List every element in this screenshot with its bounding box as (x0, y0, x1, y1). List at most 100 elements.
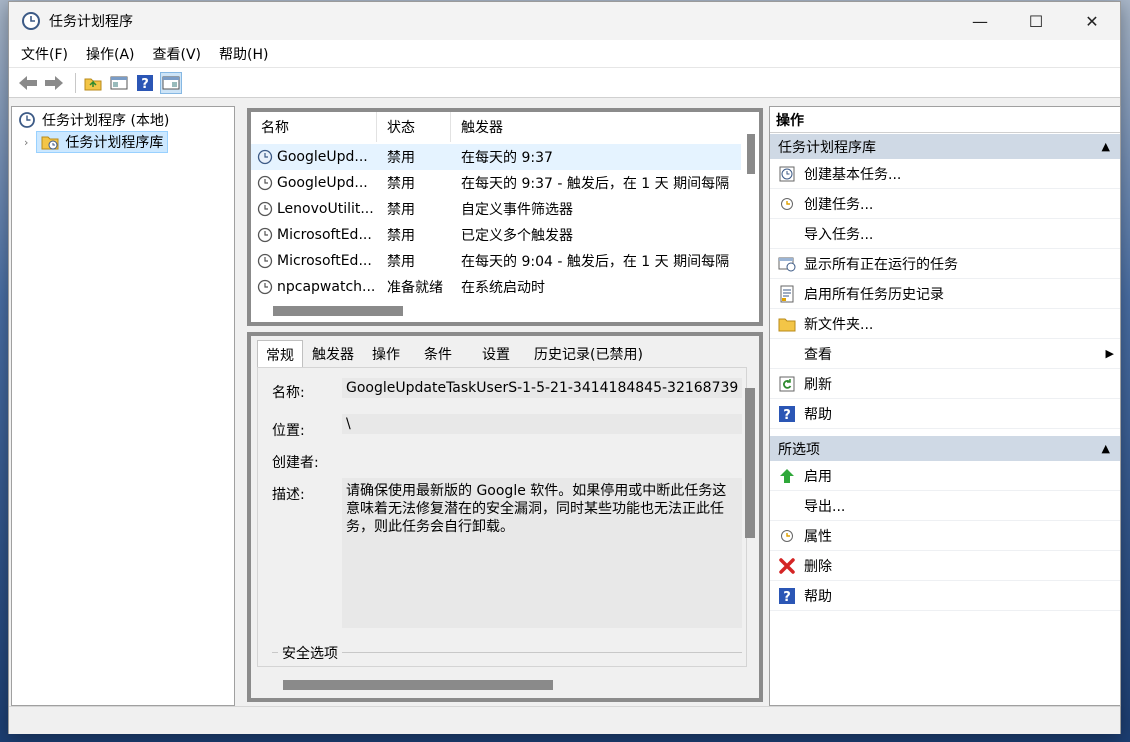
section-title: 任务计划程序库 (778, 139, 876, 156)
chevron-right-icon[interactable]: › (24, 136, 28, 149)
action-create-basic-task[interactable]: 创建基本任务... (770, 159, 1120, 189)
details-tabs: 常规 触发器 操作 条件 设置 历史记录(已禁用) (257, 340, 652, 368)
clock-icon (22, 12, 40, 30)
task-list-pane: 名称 状态 触发器 GoogleUpd... 禁用 在每天的 9:37 Goog… (247, 108, 763, 326)
back-button[interactable] (17, 72, 39, 94)
details-vertical-scrollbar[interactable] (745, 388, 755, 538)
column-header-name[interactable]: 名称 (251, 112, 377, 142)
collapse-up-icon[interactable]: ▲ (1102, 140, 1110, 153)
running-icon (778, 257, 796, 271)
task-status: 禁用 (387, 202, 415, 218)
table-row[interactable]: GoogleUpd... 禁用 在每天的 9:37 (251, 144, 741, 170)
collapse-up-icon[interactable]: ▲ (1102, 442, 1110, 455)
tree-root[interactable]: 任务计划程序 (本地) (12, 109, 234, 131)
task-trigger: 在每天的 9:37 (461, 150, 553, 166)
forward-button[interactable] (43, 72, 65, 94)
name-field[interactable]: GoogleUpdateTaskUserS-1-5-21-3414184845-… (342, 378, 742, 398)
help-icon: ? (779, 405, 795, 423)
action-label: 查看 (804, 346, 832, 363)
tree-child-selected[interactable]: 任务计划程序库 (36, 131, 169, 153)
action-properties[interactable]: 属性 (770, 521, 1120, 551)
action-label: 创建基本任务... (804, 166, 902, 183)
tab-settings[interactable]: 设置 (467, 340, 525, 368)
action-enable-history[interactable]: 启用所有任务历史记录 (770, 279, 1120, 309)
action-label: 属性 (804, 528, 832, 545)
folder-clock-icon (41, 136, 59, 150)
action-delete[interactable]: 删除 (770, 551, 1120, 581)
help-icon: ? (137, 74, 153, 92)
action-new-folder[interactable]: 新文件夹... (770, 309, 1120, 339)
actions-section-library[interactable]: 任务计划程序库 ▲ (770, 133, 1120, 159)
author-label: 创建者: (272, 455, 319, 471)
tree-child[interactable]: › 任务计划程序库 (12, 131, 234, 153)
table-row[interactable]: npcapwatch... 准备就绪 在系统启动时 (251, 274, 741, 300)
task-name-cell: GoogleUpd... (251, 175, 377, 191)
action-show-running-tasks[interactable]: 显示所有正在运行的任务 (770, 249, 1120, 279)
menu-help[interactable]: 帮助(H) (219, 44, 268, 64)
action-view[interactable]: 查看 ▶ (770, 339, 1120, 369)
up-folder-button[interactable] (82, 72, 104, 94)
show-hide-tree-button[interactable] (108, 72, 130, 94)
task-clock-icon (257, 201, 273, 217)
task-clock-icon (257, 253, 273, 269)
tab-triggers[interactable]: 触发器 (303, 340, 363, 368)
task-name-cell: MicrosoftEd... (251, 227, 377, 243)
location-field[interactable]: \ (342, 414, 742, 434)
table-row[interactable]: LenovoUtilit... 禁用 自定义事件筛选器 (251, 196, 741, 222)
task-trigger: 在每天的 9:37 - 触发后，在 1 天 期间每隔 (461, 176, 730, 192)
task-name-cell: npcapwatch... (251, 279, 377, 295)
tab-history[interactable]: 历史记录(已禁用) (525, 340, 652, 368)
task-name: MicrosoftEd... (277, 253, 372, 269)
action-enable[interactable]: 启用 (770, 461, 1120, 491)
task-name: GoogleUpd... (277, 175, 368, 191)
task-icon (781, 197, 793, 210)
security-options-group: 安全选项 (272, 643, 742, 663)
action-label: 创建任务... (804, 196, 874, 213)
action-export[interactable]: 导出... (770, 491, 1120, 521)
tab-actions[interactable]: 操作 (363, 340, 409, 368)
actions-section-selected[interactable]: 所选项 ▲ (770, 435, 1120, 461)
security-options-label: 安全选项 (278, 643, 342, 663)
task-list-vertical-scrollbar[interactable] (747, 134, 755, 174)
menu-file[interactable]: 文件(F) (21, 44, 68, 64)
menu-action[interactable]: 操作(A) (86, 44, 135, 64)
actions-header: 操作 (770, 107, 1120, 133)
action-help[interactable]: ? 帮助 (770, 399, 1120, 429)
task-list-horizontal-scrollbar[interactable] (273, 306, 403, 316)
action-create-task[interactable]: 创建任务... (770, 189, 1120, 219)
column-header-trigger[interactable]: 触发器 (451, 112, 741, 142)
tab-general[interactable]: 常规 (257, 340, 303, 368)
actions-pane: 操作 任务计划程序库 ▲ 创建基本任务... 创建任务... 导入任务... 显… (769, 106, 1121, 706)
enable-icon (780, 468, 794, 483)
minimize-button[interactable]: — (952, 2, 1008, 40)
task-name: LenovoUtilit... (277, 201, 374, 217)
action-pane-toggle-button[interactable] (160, 71, 182, 94)
details-horizontal-scrollbar[interactable] (283, 680, 553, 690)
action-label: 帮助 (804, 406, 832, 423)
task-trigger: 在系统启动时 (461, 280, 545, 296)
column-header-status[interactable]: 状态 (377, 112, 451, 142)
chevron-right-icon: ▶ (1105, 347, 1114, 360)
table-row[interactable]: MicrosoftEd... 禁用 在每天的 9:04 - 触发后，在 1 天 … (251, 248, 741, 274)
maximize-button[interactable]: ☐ (1008, 2, 1064, 40)
table-row[interactable]: GoogleUpd... 禁用 在每天的 9:37 - 触发后，在 1 天 期间… (251, 170, 741, 196)
tree-child-label: 任务计划程序库 (65, 135, 164, 151)
action-refresh[interactable]: 刷新 (770, 369, 1120, 399)
action-help-selected[interactable]: ? 帮助 (770, 581, 1120, 611)
action-label: 启用 (804, 468, 832, 485)
task-trigger: 在每天的 9:04 - 触发后，在 1 天 期间每隔 (461, 254, 730, 270)
menu-view[interactable]: 查看(V) (153, 44, 202, 64)
table-row[interactable]: MicrosoftEd... 禁用 已定义多个触发器 (251, 222, 741, 248)
tab-conditions[interactable]: 条件 (409, 340, 467, 368)
toolbar: ? (9, 68, 1120, 98)
delete-icon (779, 557, 795, 574)
close-button[interactable]: ✕ (1064, 2, 1120, 40)
task-clock-icon (257, 149, 273, 165)
description-field[interactable]: 请确保使用最新版的 Google 软件。如果停用或中断此任务这意味着无法修复潜在… (342, 478, 742, 628)
status-bar (9, 706, 1120, 734)
task-name: npcapwatch... (277, 279, 376, 295)
action-import-task[interactable]: 导入任务... (770, 219, 1120, 249)
help-toolbar-button[interactable]: ? (134, 72, 156, 94)
section-title: 所选项 (778, 441, 820, 458)
task-scheduler-window: 任务计划程序 — ☐ ✕ 文件(F) 操作(A) 查看(V) 帮助(H) ? 任… (8, 1, 1121, 734)
